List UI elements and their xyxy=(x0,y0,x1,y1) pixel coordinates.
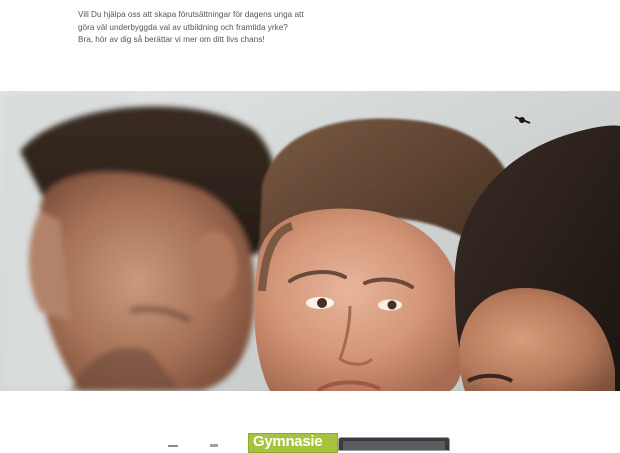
divider-mark xyxy=(168,445,178,447)
hero-photo-illustration xyxy=(0,91,620,391)
hero-photo xyxy=(0,91,620,391)
intro-line-1: Vill Du hjälpa oss att skapa förutsättni… xyxy=(78,10,304,19)
intro-text: Vill Du hjälpa oss att skapa förutsättni… xyxy=(78,9,378,47)
laptop-screen xyxy=(343,441,445,450)
divider-mark xyxy=(210,444,218,447)
intro-line-2: göra väl underbyggda val av utbildning o… xyxy=(78,22,288,32)
laptop-image xyxy=(338,437,450,451)
gymnasie-logo[interactable]: Gymnasie xyxy=(248,433,338,453)
intro-line-3: Bra, hör av dig så berättar vi mer om di… xyxy=(78,35,265,44)
